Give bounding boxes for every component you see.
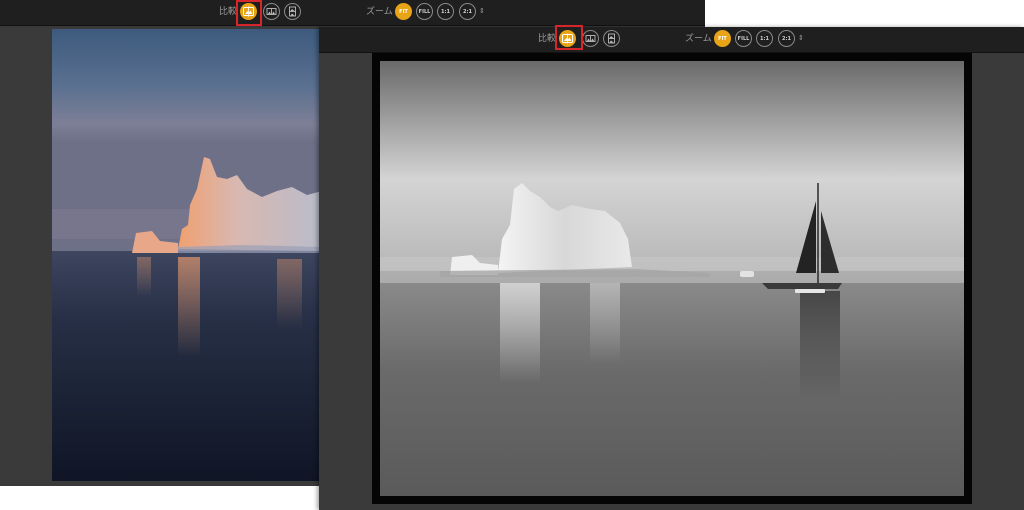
zoom-fit-label: FIT xyxy=(718,35,727,42)
film-border-frame xyxy=(372,53,972,504)
before-after-split-icon xyxy=(562,33,573,44)
zoom-label: ズーム xyxy=(366,7,393,17)
zoom-2-1-label: 2:1 xyxy=(782,35,791,42)
stacked-view-icon xyxy=(608,33,615,44)
compare-split-button[interactable] xyxy=(240,3,257,20)
zoom-fit-button[interactable]: FIT xyxy=(714,30,731,47)
zoom-fit-label: FIT xyxy=(399,8,408,15)
zoom-fit-button[interactable]: FIT xyxy=(395,3,412,20)
side-by-side-button[interactable] xyxy=(263,3,280,20)
side-by-side-button[interactable] xyxy=(582,30,599,47)
zoom-1-1-button[interactable]: 1:1 xyxy=(437,3,454,20)
viewer-window-front: 比較 ズーム FIT FILL 1:1 2:1 ⇕ xyxy=(319,27,1024,510)
zoom-2-1-button[interactable]: 2:1 xyxy=(459,3,476,20)
side-by-side-icon xyxy=(266,8,277,15)
toolbar-front: 比較 ズーム FIT FILL 1:1 2:1 ⇕ xyxy=(319,27,1024,53)
compare-label: 比較 xyxy=(538,34,557,44)
zoom-fill-button[interactable]: FILL xyxy=(735,30,752,47)
before-after-split-icon xyxy=(243,6,254,17)
compare-split-button[interactable] xyxy=(559,30,576,47)
zoom-1-1-label: 1:1 xyxy=(760,35,769,42)
zoom-2-1-button[interactable]: 2:1 xyxy=(778,30,795,47)
compare-label: 比較 xyxy=(219,7,238,17)
zoom-fill-button[interactable]: FILL xyxy=(416,3,433,20)
zoom-1-1-button[interactable]: 1:1 xyxy=(756,30,773,47)
zoom-spinner-icon[interactable]: ⇕ xyxy=(479,7,485,16)
zoom-2-1-label: 2:1 xyxy=(463,8,472,15)
stacked-view-button[interactable] xyxy=(284,3,301,20)
bw-photo-iceberg-sailboat xyxy=(380,61,964,496)
toolbar-back: 比較 ズーム FIT FILL 1:1 2:1 ⇕ xyxy=(0,0,705,26)
stacked-view-icon xyxy=(289,6,296,17)
zoom-spinner-icon[interactable]: ⇕ xyxy=(798,34,804,43)
zoom-fill-label: FILL xyxy=(737,35,750,42)
zoom-label: ズーム xyxy=(685,34,712,44)
side-by-side-icon xyxy=(585,35,596,42)
zoom-1-1-label: 1:1 xyxy=(441,8,450,15)
color-photo-iceberg xyxy=(52,29,322,481)
stacked-view-button[interactable] xyxy=(603,30,620,47)
zoom-fill-label: FILL xyxy=(418,8,431,15)
